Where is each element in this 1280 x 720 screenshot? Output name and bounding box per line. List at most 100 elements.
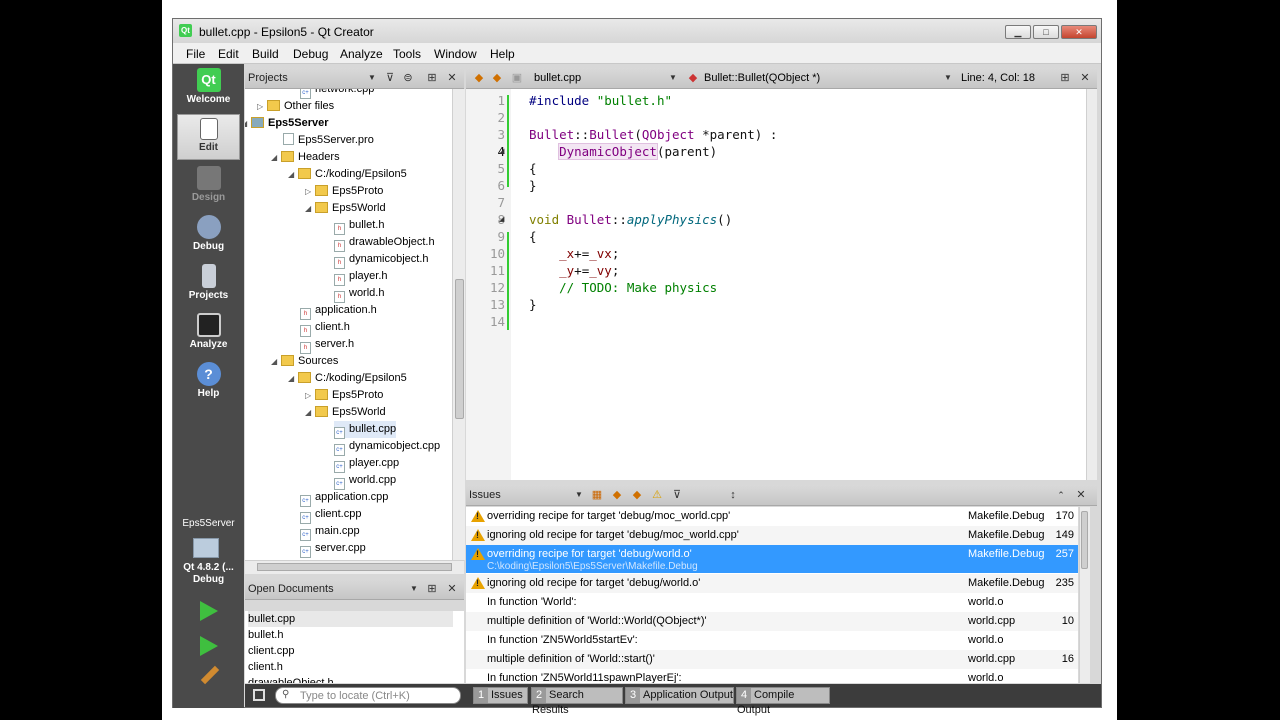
tree-item[interactable]: c+ dynamicobject.cpp bbox=[334, 438, 440, 456]
tree-item[interactable]: ◢Eps5Server bbox=[245, 115, 329, 132]
panel-resize-handle-icon[interactable]: ↕ bbox=[726, 488, 740, 502]
split-icon[interactable]: ⊞ bbox=[425, 582, 439, 596]
tree-hscroll-thumb[interactable] bbox=[257, 563, 452, 571]
tree-item[interactable]: Eps5Server.pro bbox=[283, 132, 374, 149]
locator-input[interactable]: ⚲ Type to locate (Ctrl+K) bbox=[275, 687, 461, 704]
tree-item[interactable]: ◢ Headers bbox=[271, 149, 340, 166]
sync-icon[interactable]: ⊜ bbox=[401, 71, 415, 85]
tree-item[interactable]: ▷ Eps5Proto bbox=[305, 387, 383, 404]
tree-item[interactable]: c+ server.cpp bbox=[300, 540, 366, 558]
tree-item[interactable]: c+ client.cpp bbox=[300, 506, 361, 524]
mode-analyze[interactable]: Analyze bbox=[177, 310, 240, 356]
chevron-down-icon[interactable]: ▼ bbox=[666, 71, 680, 85]
mode-design[interactable]: Design bbox=[177, 163, 240, 209]
menu-help[interactable]: Help bbox=[490, 47, 515, 61]
minimize-button[interactable]: ▁ bbox=[1005, 25, 1031, 39]
open-document-item[interactable]: client.cpp bbox=[248, 643, 294, 659]
document-selector[interactable]: bullet.cpp bbox=[534, 72, 581, 84]
tree-item[interactable]: c+ world.cpp bbox=[334, 472, 396, 490]
tree-item[interactable]: ▷ Eps5Proto bbox=[305, 183, 383, 200]
run-icon[interactable] bbox=[200, 601, 218, 621]
code-editor[interactable]: #include "bullet.h" Bullet::Bullet(QObje… bbox=[511, 89, 1086, 480]
menu-window[interactable]: Window bbox=[434, 47, 477, 61]
tree-item[interactable]: h server.h bbox=[300, 336, 354, 354]
filter-icon[interactable]: ⊽ bbox=[670, 488, 684, 502]
open-document-item[interactable]: bullet.h bbox=[248, 627, 283, 643]
mode-help[interactable]: ? Help bbox=[177, 359, 240, 405]
menu-file[interactable]: File bbox=[186, 47, 205, 61]
tree-vertical-scrollbar[interactable] bbox=[452, 89, 465, 560]
build-issues-icon[interactable]: ▦ bbox=[590, 488, 604, 502]
warning-filter-icon[interactable]: ⚠ bbox=[650, 488, 664, 502]
expand-arrow-icon[interactable]: ▷ bbox=[305, 183, 315, 200]
menu-build[interactable]: Build bbox=[252, 47, 279, 61]
symbol-selector[interactable]: Bullet::Bullet(QObject *) bbox=[704, 72, 820, 84]
open-document-item[interactable]: drawableObject.h bbox=[248, 675, 334, 683]
chevron-down-icon[interactable]: ▼ bbox=[572, 488, 586, 502]
toggle-sidebar-icon[interactable] bbox=[253, 689, 265, 701]
issue-row[interactable]: multiple definition of 'World::World(QOb… bbox=[466, 612, 1078, 631]
menu-debug[interactable]: Debug bbox=[293, 47, 328, 61]
chevron-down-icon[interactable]: ▼ bbox=[941, 71, 955, 85]
tree-item[interactable]: ▷ Other files bbox=[257, 98, 334, 115]
maximize-button[interactable]: □ bbox=[1033, 25, 1059, 39]
debug-run-icon[interactable] bbox=[200, 636, 218, 656]
issue-row[interactable]: overriding recipe for target 'debug/worl… bbox=[466, 545, 1078, 573]
tree-item[interactable]: h dynamicobject.h bbox=[334, 251, 429, 269]
tree-item[interactable]: ◢ Eps5World bbox=[305, 200, 386, 217]
close-editor-icon[interactable]: ✕ bbox=[1078, 71, 1092, 85]
tree-item[interactable]: c+ network.cpp bbox=[300, 89, 374, 99]
mode-welcome[interactable]: Qt Welcome bbox=[177, 65, 240, 111]
close-panel-icon[interactable]: ✕ bbox=[445, 582, 459, 596]
open-documents-title[interactable]: Open Documents bbox=[248, 583, 334, 595]
collapse-arrow-icon[interactable]: ◢ bbox=[288, 166, 298, 183]
mode-edit[interactable]: Edit bbox=[177, 114, 240, 160]
split-icon[interactable]: ⊞ bbox=[425, 71, 439, 85]
issue-row[interactable]: ignoring old recipe for target 'debug/wo… bbox=[466, 574, 1078, 593]
tree-item[interactable]: h bullet.h bbox=[334, 217, 384, 235]
issues-pane-button[interactable]: 1 Issues bbox=[473, 687, 528, 704]
open-document-item[interactable]: client.h bbox=[248, 659, 283, 675]
tree-item[interactable]: h player.h bbox=[334, 268, 388, 286]
expand-arrow-icon[interactable]: ▷ bbox=[257, 98, 267, 115]
close-panel-icon[interactable]: ✕ bbox=[445, 71, 459, 85]
issue-row[interactable]: ignoring old recipe for target 'debug/mo… bbox=[466, 526, 1078, 545]
tree-horizontal-scrollbar[interactable] bbox=[245, 560, 464, 574]
issue-row[interactable]: In function 'ZN5World5startEv': world.o bbox=[466, 631, 1078, 650]
issue-row[interactable]: In function 'World': world.o bbox=[466, 593, 1078, 612]
mode-debug[interactable]: Debug bbox=[177, 212, 240, 258]
maximize-panel-icon[interactable]: ⌃ bbox=[1054, 488, 1068, 502]
mode-projects[interactable]: Projects bbox=[177, 261, 240, 307]
application-output-pane-button[interactable]: 3 Application Output bbox=[625, 687, 734, 704]
menu-analyze[interactable]: Analyze bbox=[340, 47, 383, 61]
issue-row[interactable]: In function 'ZN5World11spawnPlayerEj': wo… bbox=[466, 669, 1078, 683]
tree-item[interactable]: h application.h bbox=[300, 302, 377, 320]
collapse-arrow-icon[interactable]: ◢ bbox=[305, 404, 315, 421]
menu-edit[interactable]: Edit bbox=[218, 47, 239, 61]
next-item-icon[interactable]: ◆ bbox=[630, 488, 644, 502]
open-document-item[interactable]: bullet.cpp bbox=[248, 611, 453, 627]
tree-item[interactable]: ◢ Sources bbox=[271, 353, 338, 370]
cursor-position[interactable]: Line: 4, Col: 18 bbox=[961, 72, 1035, 84]
filter-icon[interactable]: ⊽ bbox=[383, 71, 397, 85]
issue-row[interactable]: overriding recipe for target 'debug/moc_… bbox=[466, 507, 1078, 526]
tree-item[interactable]: ◢ C:/koding/Epsilon5 bbox=[288, 370, 407, 387]
tree-item[interactable]: c+ main.cpp bbox=[300, 523, 360, 541]
chevron-down-icon[interactable]: ▼ bbox=[365, 71, 379, 85]
forward-arrow-icon[interactable]: ◆ bbox=[490, 71, 504, 85]
issues-scroll-thumb[interactable] bbox=[1081, 511, 1088, 569]
search-results-pane-button[interactable]: 2 Search Results bbox=[531, 687, 623, 716]
tree-item[interactable]: c+ application.cpp bbox=[300, 489, 388, 507]
close-panel-icon[interactable]: ✕ bbox=[1074, 488, 1088, 502]
target-computer-icon[interactable] bbox=[193, 538, 219, 558]
issues-vertical-scrollbar[interactable] bbox=[1079, 507, 1090, 683]
collapse-arrow-icon[interactable]: ◢ bbox=[288, 370, 298, 387]
fold-marker-icon[interactable]: ◢ bbox=[499, 215, 504, 223]
build-hammer-icon[interactable] bbox=[200, 665, 220, 685]
collapse-arrow-icon[interactable]: ◢ bbox=[271, 353, 281, 370]
split-icon[interactable]: ⊞ bbox=[1058, 71, 1072, 85]
collapse-arrow-icon[interactable]: ◢ bbox=[305, 200, 315, 217]
tree-item[interactable]: h client.h bbox=[300, 319, 350, 337]
tree-scroll-thumb[interactable] bbox=[455, 279, 464, 419]
tree-item[interactable]: c+ bullet.cpp bbox=[334, 421, 397, 439]
